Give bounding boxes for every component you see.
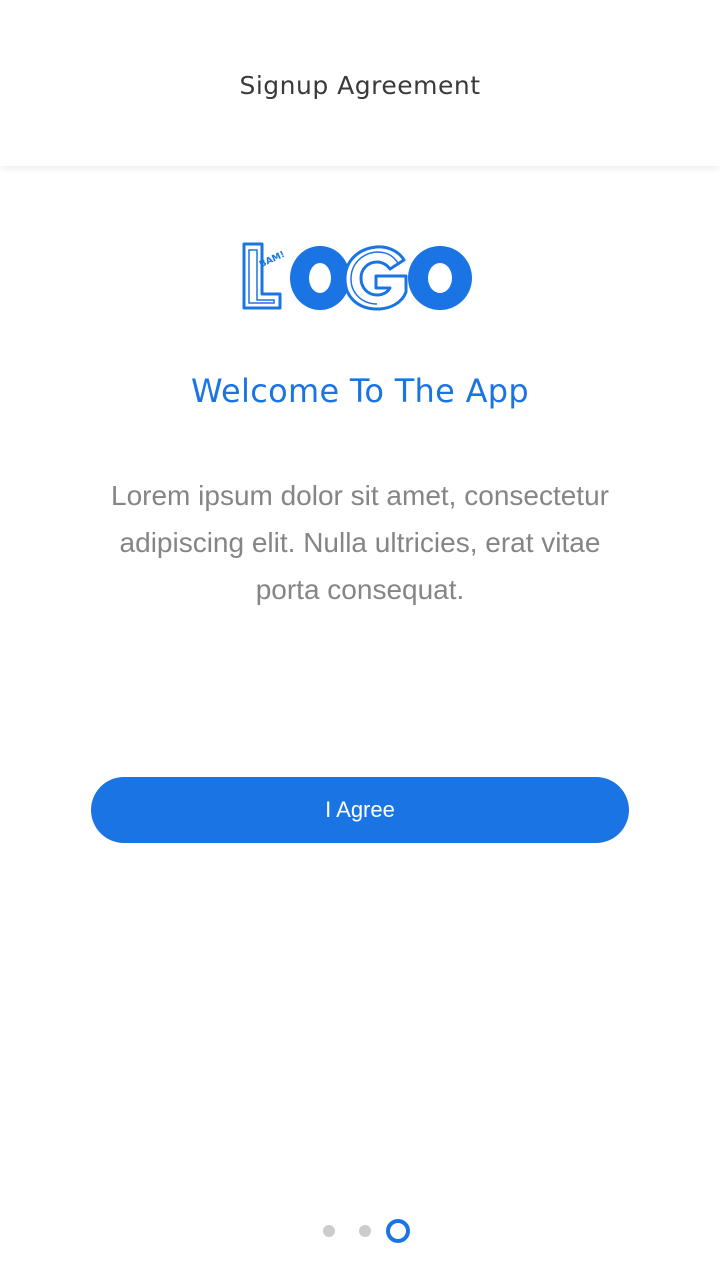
agree-button-label: I Agree <box>325 797 395 822</box>
page-indicator <box>0 1216 720 1246</box>
signup-agreement-screen: Signup Agreement BAM! Welcome To The App… <box>0 0 720 1280</box>
description-text: Lorem ipsum dolor sit amet, consectetur … <box>111 480 609 605</box>
logo-mark-icon: BAM! <box>242 242 472 311</box>
logo: BAM! <box>0 232 720 322</box>
app-bar: Signup Agreement <box>0 0 720 166</box>
page-title: Signup Agreement <box>239 70 481 100</box>
page-dot-1[interactable] <box>323 1225 335 1237</box>
agree-button[interactable]: I Agree <box>91 777 629 843</box>
page-dot-3-active[interactable] <box>386 1219 410 1243</box>
page-dot-2[interactable] <box>359 1225 371 1237</box>
welcome-heading: Welcome To The App <box>190 372 529 410</box>
